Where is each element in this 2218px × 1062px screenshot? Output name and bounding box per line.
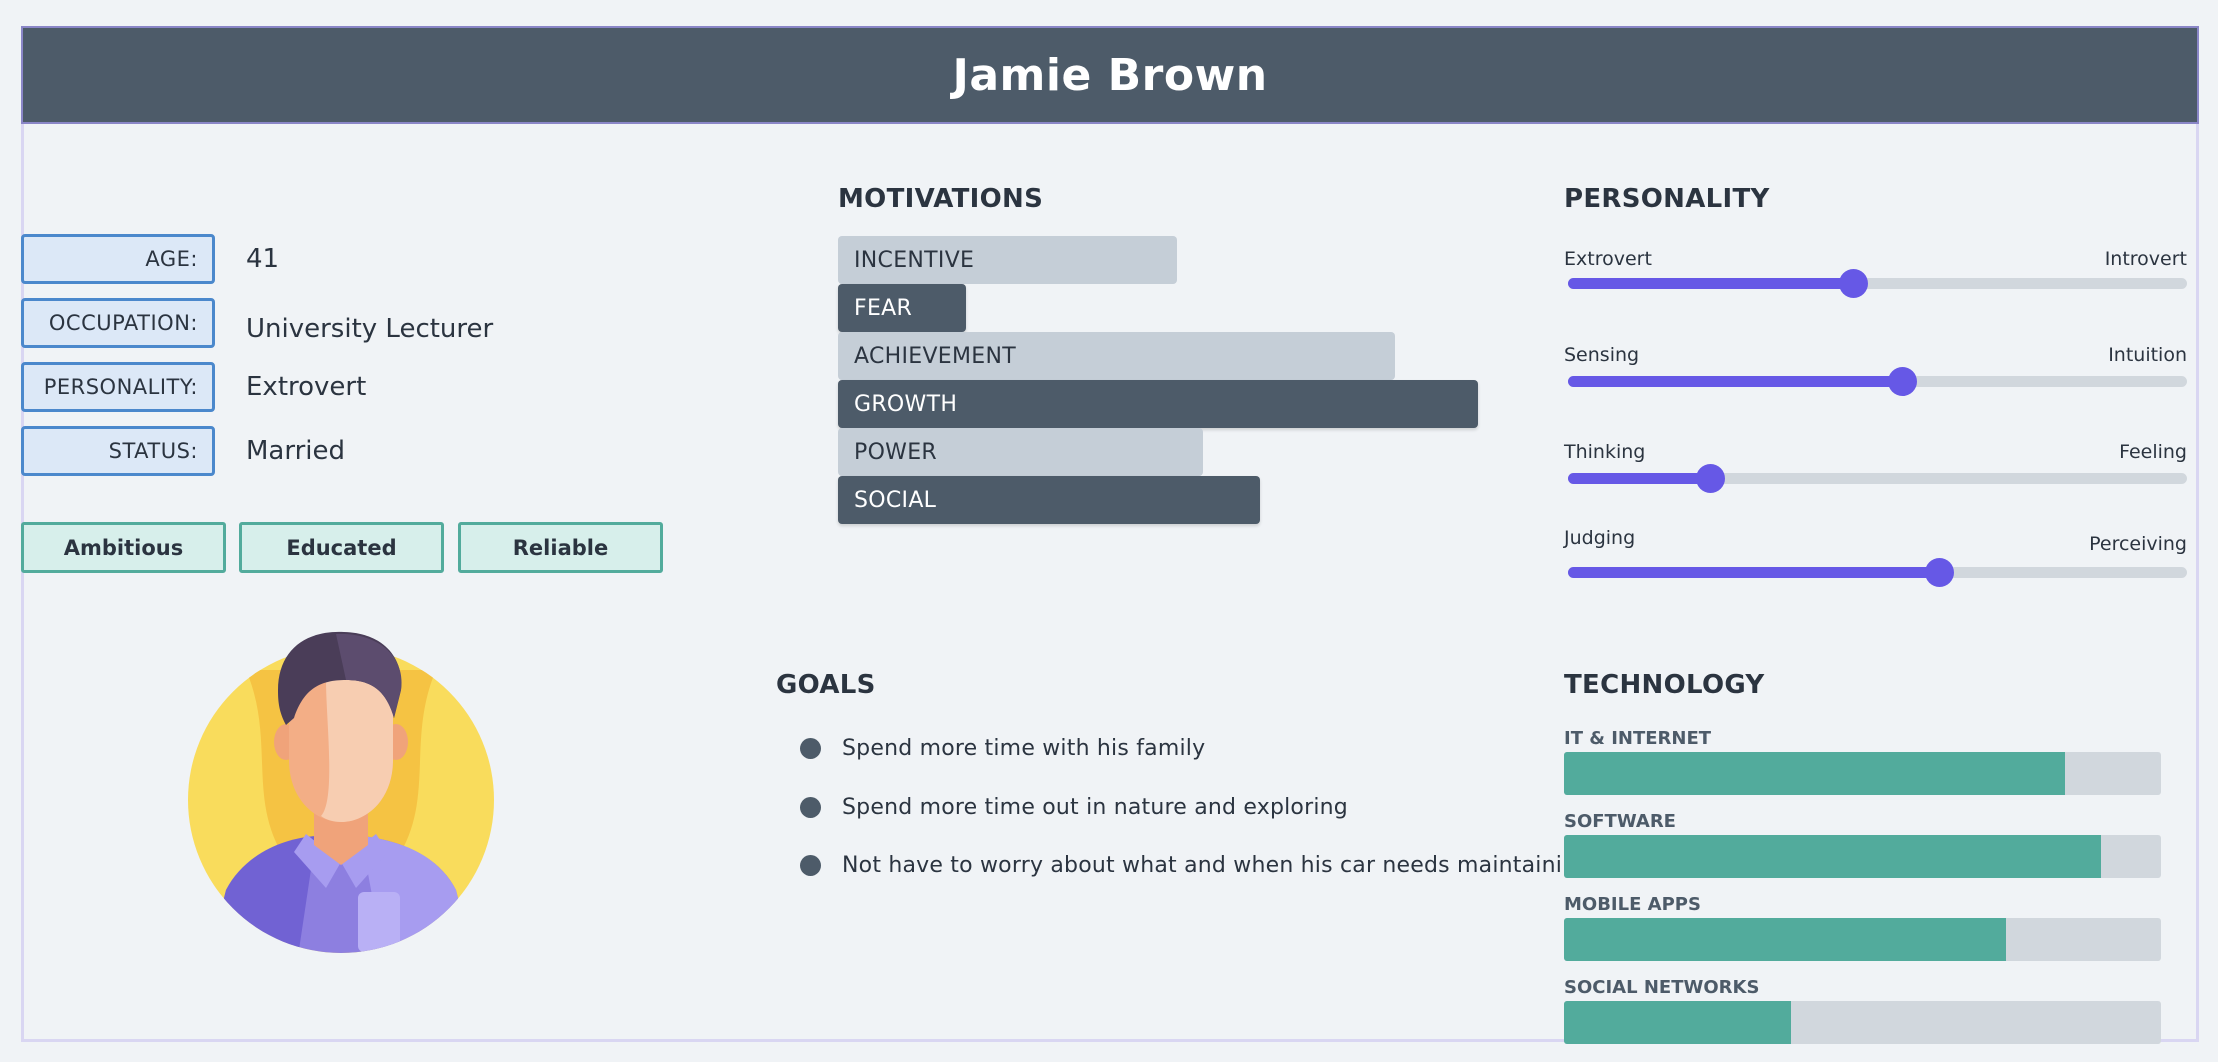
- info-row-occupation: OCCUPATION: University Lecturer: [21, 298, 493, 348]
- goal-item: Not have to worry about what and when hi…: [800, 853, 1590, 878]
- bullet-icon: [800, 855, 821, 876]
- trait-tag: Reliable: [458, 522, 663, 573]
- slider-right-label: Introvert: [2104, 248, 2187, 270]
- slider-knob[interactable]: [1888, 367, 1918, 396]
- slider-knob[interactable]: [1925, 558, 1955, 587]
- info-label: STATUS:: [21, 426, 215, 476]
- goal-text: Not have to worry about what and when hi…: [842, 853, 1591, 878]
- slider-left-label: Judging: [1564, 527, 1636, 549]
- motivation-label: FEAR: [854, 295, 913, 321]
- motivation-label: INCENTIVE: [854, 247, 975, 273]
- goal-item: Spend more time with his family: [800, 736, 1205, 761]
- technology-bar-fill: [1564, 918, 2006, 961]
- goal-text: Spend more time with his family: [842, 736, 1206, 761]
- persona-name: Jamie Brown: [952, 49, 1268, 101]
- info-row-status: STATUS: Married: [21, 426, 345, 476]
- slider-track[interactable]: [1568, 269, 2187, 298]
- motivation-label: POWER: [854, 439, 938, 465]
- technology-title: TECHNOLOGY: [1564, 670, 1765, 700]
- slider-fill: [1568, 473, 1711, 484]
- motivation-bar: SOCIAL: [838, 476, 1260, 524]
- info-label: AGE:: [21, 234, 215, 284]
- motivation-label: GROWTH: [854, 391, 958, 417]
- slider-left-label: Sensing: [1564, 344, 1640, 366]
- trait-tag: Ambitious: [21, 522, 226, 573]
- slider-fill: [1568, 567, 1940, 578]
- person-avatar-icon: [188, 631, 494, 953]
- bullet-icon: [800, 738, 821, 759]
- technology-bar-fill: [1564, 835, 2102, 878]
- slider-knob[interactable]: [1838, 269, 1868, 298]
- personality-slider: Sensing Intuition: [1564, 344, 2187, 404]
- slider-left-label: Extrovert: [1564, 248, 1652, 270]
- info-label: OCCUPATION:: [21, 298, 215, 348]
- technology-bar-fill: [1564, 1001, 1791, 1044]
- trait-tag: Educated: [239, 522, 444, 573]
- motivation-bar: INCENTIVE: [838, 236, 1177, 284]
- motivation-label: SOCIAL: [854, 487, 937, 513]
- info-value: Married: [246, 436, 346, 466]
- slider-fill: [1568, 278, 1853, 289]
- technology-bar: [1564, 1001, 2161, 1044]
- info-value: 41: [246, 244, 280, 274]
- persona-header: Jamie Brown: [21, 26, 2199, 124]
- slider-knob[interactable]: [1696, 464, 1726, 493]
- info-label: PERSONALITY:: [21, 362, 215, 412]
- info-value: University Lecturer: [246, 314, 494, 344]
- info-row-age: AGE: 41: [21, 234, 279, 284]
- motivation-label: ACHIEVEMENT: [854, 343, 1016, 369]
- motivations-title: MOTIVATIONS: [838, 184, 1044, 214]
- technology-label: MOBILE APPS: [1564, 894, 1701, 915]
- info-row-personality: PERSONALITY: Extrovert: [21, 362, 366, 412]
- bullet-icon: [800, 797, 821, 818]
- technology-bar: [1564, 752, 2161, 795]
- slider-track[interactable]: [1568, 367, 2187, 396]
- slider-right-label: Perceiving: [2089, 533, 2187, 555]
- motivation-bar: GROWTH: [838, 380, 1478, 428]
- slider-right-label: Feeling: [2119, 441, 2187, 463]
- personality-slider: Judging Perceiving: [1564, 527, 2187, 587]
- technology-bar: [1564, 918, 2161, 961]
- motivation-bar: FEAR: [838, 284, 966, 332]
- info-value: Extrovert: [246, 372, 367, 402]
- personality-slider: Thinking Feeling: [1564, 441, 2187, 501]
- motivation-bar: ACHIEVEMENT: [838, 332, 1395, 380]
- technology-bar: [1564, 835, 2161, 878]
- slider-fill: [1568, 376, 1903, 387]
- slider-track[interactable]: [1568, 558, 2187, 587]
- technology-label: IT & INTERNET: [1564, 728, 1712, 749]
- motivation-bar: POWER: [838, 428, 1203, 476]
- slider-track[interactable]: [1568, 464, 2187, 493]
- goals-title: GOALS: [776, 670, 876, 700]
- slider-right-label: Intuition: [2108, 344, 2187, 366]
- goal-text: Spend more time out in nature and explor…: [842, 795, 1348, 820]
- personality-title: PERSONALITY: [1564, 184, 1770, 214]
- goal-item: Spend more time out in nature and explor…: [800, 795, 1348, 820]
- personality-slider: Extrovert Introvert: [1564, 248, 2187, 308]
- slider-left-label: Thinking: [1564, 441, 1646, 463]
- technology-bar-fill: [1564, 752, 2066, 795]
- technology-label: SOCIAL NETWORKS: [1564, 977, 1760, 998]
- technology-label: SOFTWARE: [1564, 811, 1676, 832]
